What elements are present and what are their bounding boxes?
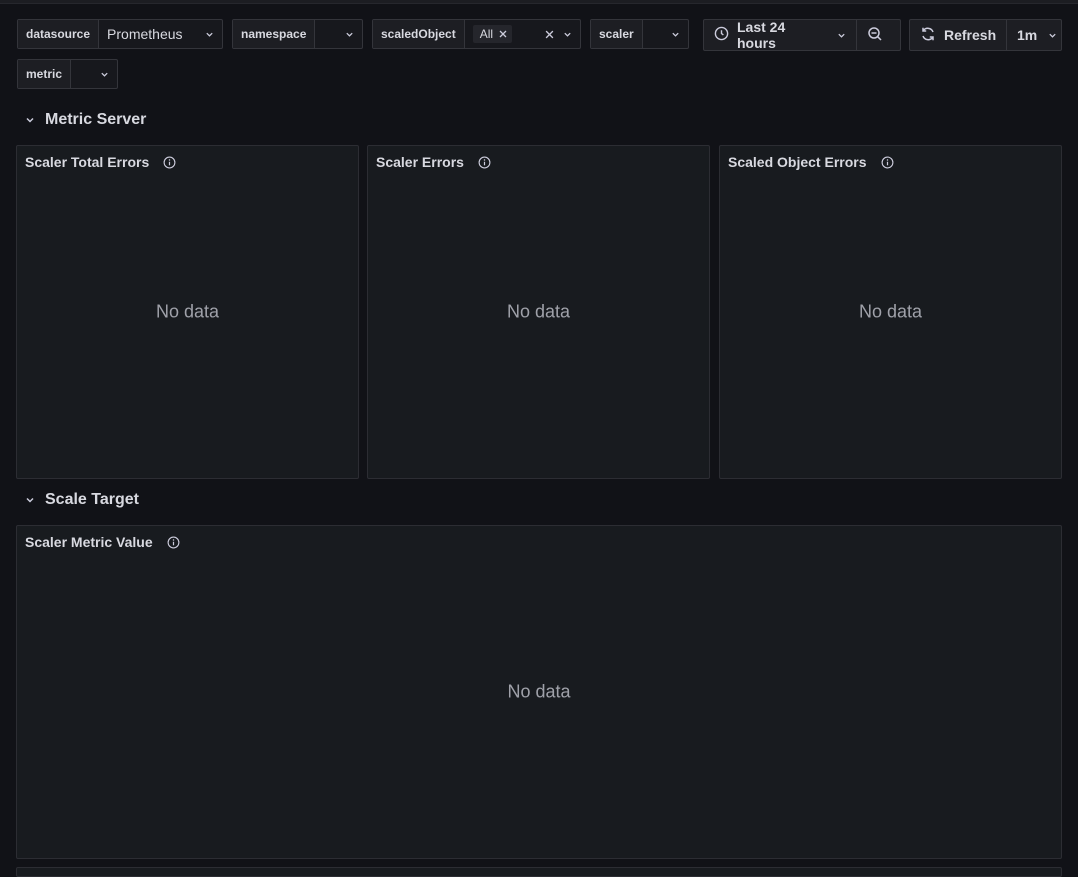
variable-label: namespace xyxy=(233,20,316,48)
panel-header[interactable]: Scaler Metric Value xyxy=(25,534,180,550)
selected-chip: All xyxy=(472,25,513,43)
info-icon[interactable] xyxy=(163,156,176,169)
zoom-out-button[interactable] xyxy=(856,20,893,50)
chevron-down-icon xyxy=(99,69,109,79)
chevron-down-icon xyxy=(25,115,35,125)
no-data-message: No data xyxy=(858,301,923,322)
datasource-select[interactable]: Prometheus xyxy=(99,20,222,48)
chip-label: All xyxy=(479,27,494,41)
chevron-down-icon xyxy=(344,29,354,39)
variable-label: scaledObject xyxy=(373,20,465,48)
time-range-label: Last 24 hours xyxy=(737,19,786,51)
variable-value: Prometheus xyxy=(107,26,183,42)
variable-namespace[interactable]: namespace xyxy=(232,19,363,49)
row-title: Scale Target xyxy=(45,491,139,508)
refresh-icon xyxy=(920,26,936,45)
chevron-down-icon xyxy=(670,29,680,39)
panel-scaler-total-errors[interactable]: Scaler Total Errors No data xyxy=(16,145,359,479)
zoom-out-icon xyxy=(867,26,883,45)
refresh-label: Refresh xyxy=(944,27,997,43)
row-metric-server[interactable]: Metric Server xyxy=(25,111,146,129)
variable-scaler[interactable]: scaler xyxy=(590,19,689,49)
scaler-select[interactable] xyxy=(643,20,688,48)
panel-scaler-errors[interactable]: Scaler Errors No data xyxy=(367,145,710,479)
panel-header[interactable]: Scaler Total Errors xyxy=(25,154,176,170)
chevron-down-icon xyxy=(204,29,214,39)
panel-title: Scaler Metric Value xyxy=(25,534,153,550)
chevron-down-icon xyxy=(562,29,572,39)
panel-scaled-object-errors[interactable]: Scaled Object Errors No data xyxy=(719,145,1062,479)
clock-icon xyxy=(714,26,729,44)
refresh-interval-select[interactable]: 1m xyxy=(1006,20,1067,50)
row-scale-target[interactable]: Scale Target xyxy=(25,491,139,509)
variable-label: metric xyxy=(18,60,72,88)
row-title: Metric Server xyxy=(45,111,147,128)
panel-title: Scaler Total Errors xyxy=(25,154,150,170)
panel-title: Scaled Object Errors xyxy=(728,154,867,170)
chevron-down-icon xyxy=(25,495,35,505)
time-range-button[interactable]: Last 24 hours xyxy=(704,19,856,51)
panel-title: Scaler Errors xyxy=(376,154,464,170)
refresh-button[interactable]: Refresh xyxy=(910,20,1006,50)
info-icon[interactable] xyxy=(167,536,180,549)
variable-label: scaler xyxy=(591,20,643,48)
metric-select[interactable] xyxy=(71,60,117,88)
panel-header[interactable]: Scaled Object Errors xyxy=(728,154,894,170)
no-data-message: No data xyxy=(507,681,571,702)
chevron-down-icon xyxy=(1047,30,1057,40)
clear-icon[interactable] xyxy=(545,26,554,42)
info-icon[interactable] xyxy=(478,156,491,169)
info-icon[interactable] xyxy=(881,156,894,169)
panel-scaler-metric-value[interactable]: Scaler Metric Value No data xyxy=(16,525,1062,859)
chevron-down-icon xyxy=(836,30,846,40)
variable-label: datasource xyxy=(18,20,100,48)
panel-header[interactable]: Scaler Errors xyxy=(376,154,491,170)
top-border xyxy=(0,0,1078,4)
next-panel-edge xyxy=(16,867,1062,877)
variable-metric[interactable]: metric xyxy=(17,59,118,89)
scaledobject-select[interactable]: All xyxy=(465,20,580,48)
no-data-message: No data xyxy=(155,301,220,322)
variable-scaledobject[interactable]: scaledObject All xyxy=(372,19,581,49)
refresh-interval-value: 1m xyxy=(1017,27,1038,43)
no-data-message: No data xyxy=(506,301,571,322)
refresh-picker[interactable]: Refresh 1m xyxy=(909,19,1062,51)
time-range-picker[interactable]: Last 24 hours xyxy=(703,19,901,51)
namespace-select[interactable] xyxy=(315,20,362,48)
close-icon[interactable] xyxy=(499,27,507,41)
variable-datasource[interactable]: datasource Prometheus xyxy=(17,19,223,49)
